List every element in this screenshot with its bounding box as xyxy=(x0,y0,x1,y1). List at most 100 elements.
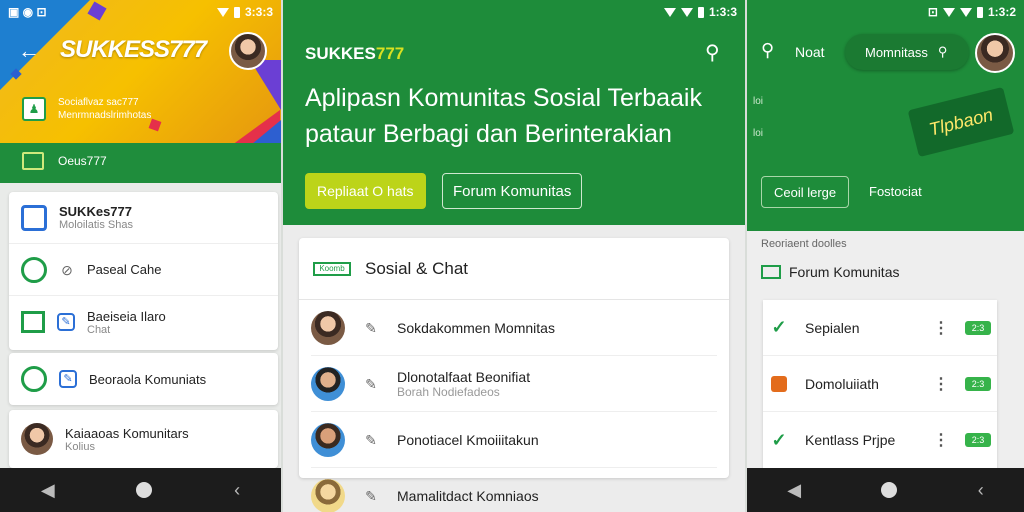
list-item-title: Kentlass Prjpe xyxy=(805,432,896,448)
more-icon[interactable]: ⋮ xyxy=(933,318,949,338)
list-item[interactable]: ⊘ Paseal Cahe xyxy=(9,244,278,296)
status-icons-left: ▣ ◉ ⊡ xyxy=(8,5,47,19)
menu-card: SUKKes777 Moloilatis Shas ⊘ Paseal Cahe … xyxy=(9,192,278,350)
avatar[interactable] xyxy=(975,33,1015,73)
search-icon[interactable]: ⚲ xyxy=(761,40,774,61)
filter-button[interactable]: Ceoil lerge xyxy=(761,176,850,208)
pill-label: Momnitass xyxy=(865,44,928,60)
more-icon[interactable]: ⋮ xyxy=(933,430,949,450)
person-icon: ♟ xyxy=(22,97,46,121)
status-bar: ▣ ◉ ⊡ 3:3:3 xyxy=(0,0,281,24)
status-time: 3:3:3 xyxy=(244,5,273,19)
square-icon xyxy=(21,311,45,333)
list-item[interactable]: ✓ Kentlass Prjpe ⋮ 2:3 xyxy=(763,412,997,468)
home-nav-icon[interactable] xyxy=(881,482,898,498)
pencil-icon: ✎ xyxy=(59,370,77,388)
list-item-label: Paseal Cahe xyxy=(87,262,162,277)
search-icon[interactable]: ⚲ xyxy=(705,40,720,65)
card-subtitle: Moloilatis Shas xyxy=(59,219,133,231)
recent-nav-icon[interactable]: ‹ xyxy=(234,480,240,501)
chat-panel: Koomb Sosial & Chat ✎ Sokdakommen Momnit… xyxy=(299,238,729,512)
list-item[interactable]: ✎ Mamalitdact Komniaos xyxy=(311,468,717,512)
screen-social-chat: 1:3:3 SUKKES777 ⚲ Aplipasn Komunitas Sos… xyxy=(283,0,745,512)
back-nav-icon[interactable]: ◀ xyxy=(787,480,801,501)
list-item-label: Beoraola Komuniats xyxy=(89,371,207,387)
status-icons: ⊡ xyxy=(927,5,938,19)
brand-accent: 777 xyxy=(375,44,405,63)
refresh-icon xyxy=(21,366,47,392)
header-line1: Sociaflvaz sac777 xyxy=(58,97,139,108)
panel-title: Sosial & Chat xyxy=(365,258,468,278)
avatar xyxy=(311,366,345,401)
list-item[interactable]: ✎ Dlonotalfaat Beonifiat Borah Nodiefade… xyxy=(311,356,717,412)
list-item-label: Kaiaaoas Komunitars xyxy=(65,425,189,441)
screen-community-menu: ▣ ◉ ⊡ 3:3:3 ← SUKKESS777 ♟ Sociaflvaz sa… xyxy=(0,0,281,512)
pencil-icon: ✎ xyxy=(365,488,377,504)
pencil-icon: ✎ xyxy=(365,375,377,392)
menu-card: ✎ Beoraola Komuniats xyxy=(9,353,278,405)
headline: Aplipasn Komunitas Sosial Terbaaik patau… xyxy=(305,84,702,148)
avatar xyxy=(311,479,345,512)
list-item-title: Sepialen xyxy=(805,319,860,336)
list-item-label: Baeiseia Ilaro xyxy=(87,308,166,324)
avatar xyxy=(21,423,53,455)
recent-nav-icon[interactable]: ‹ xyxy=(978,480,984,501)
list-item[interactable]: ✎ Ponotiacel Kmoiiitakun xyxy=(311,412,717,468)
forum-button[interactable]: Forum Komunitas xyxy=(442,173,583,209)
signal-icon xyxy=(680,7,693,17)
avatar xyxy=(311,422,345,457)
count-badge: 2:3 xyxy=(965,433,991,447)
back-arrow-icon[interactable]: ← xyxy=(18,38,40,64)
list-item[interactable]: SUKKes777 Moloilatis Shas xyxy=(9,192,278,244)
grid-icon xyxy=(22,152,44,170)
pencil-icon: ✎ xyxy=(57,313,75,331)
list-item-title: Domoluiiath xyxy=(805,375,879,392)
list-item[interactable]: ✎ Beoraola Komuniats xyxy=(9,353,278,405)
list-item-title: Sokdakommen Momnitas xyxy=(397,319,555,336)
status-time: 1:3:3 xyxy=(708,5,737,19)
forum-title: Forum Komunitas xyxy=(789,264,900,280)
more-icon[interactable]: ⋮ xyxy=(933,374,949,394)
list-item[interactable]: ✓ Sepialen ⋮ 2:3 xyxy=(763,300,997,356)
primary-button[interactable]: Repliaat O hats xyxy=(305,173,426,209)
forum-card: ✓ Sepialen ⋮ 2:3 Domoluiiath ⋮ 2:3 ✓ Ken… xyxy=(763,300,997,472)
list-item[interactable]: ✎ Baeiseia Ilaro Chat xyxy=(9,296,278,348)
pencil-icon: ✎ xyxy=(365,319,377,336)
menu-card: Kaiaaoas Komunitars Kolius xyxy=(9,410,278,468)
list-item[interactable]: ✎ Sokdakommen Momnitas xyxy=(311,300,717,356)
community-pill[interactable]: Momnitass ⚲ xyxy=(845,34,969,70)
filter-link[interactable]: Fostociat xyxy=(869,184,922,199)
app-brand: SUKKESS777 xyxy=(60,36,207,63)
chat-bubble-icon xyxy=(21,256,47,283)
side-label: loi xyxy=(753,128,764,139)
list-item-title: Dlonotalfaat Beonifiat xyxy=(397,368,531,385)
wifi-icon xyxy=(663,7,676,17)
avatar xyxy=(311,310,345,345)
header-line2: Menrmnadslrimhotas xyxy=(58,110,152,121)
side-label: loi xyxy=(753,96,764,107)
list-item-title: Mamalitdact Komniaos xyxy=(397,488,539,504)
list-item-subtitle: Kolius xyxy=(65,440,95,453)
list-item[interactable]: Kaiaaoas Komunitars Kolius xyxy=(9,410,278,468)
screen-forum: ⊡ 1:3:2 ⚲ Noat Momnitass ⚲ loi loi Tlpbao… xyxy=(747,0,1024,512)
forum-heading: Forum Komunitas xyxy=(761,264,899,280)
app-brand: SUKKES777 xyxy=(305,44,404,64)
count-badge: 2:3 xyxy=(965,320,991,335)
forum-icon xyxy=(761,265,781,279)
home-nav-icon[interactable] xyxy=(136,482,153,498)
signal-icon xyxy=(959,7,972,17)
list-item-title: Ponotiacel Kmoiiitakun xyxy=(397,431,539,448)
header-menu-item[interactable]: ♟ Sociaflvaz sac777 Menrmnadslrimhotas xyxy=(22,96,151,122)
band-menu-item[interactable]: Oeus777 xyxy=(22,152,107,170)
battery-icon xyxy=(697,6,704,18)
avatar[interactable] xyxy=(229,32,267,70)
list-item[interactable]: Domoluiiath ⋮ 2:3 xyxy=(763,356,997,412)
back-nav-icon[interactable]: ◀ xyxy=(41,480,55,501)
search-label[interactable]: Noat xyxy=(795,44,825,60)
status-time: 1:3:2 xyxy=(987,5,1016,19)
pencil-icon: ✎ xyxy=(365,431,377,448)
status-bar: ⊡ 1:3:2 xyxy=(747,0,1024,24)
section-label: Reoriaent doolles xyxy=(761,238,847,250)
app-icon xyxy=(21,204,47,231)
band-item-label: Oeus777 xyxy=(58,154,107,168)
